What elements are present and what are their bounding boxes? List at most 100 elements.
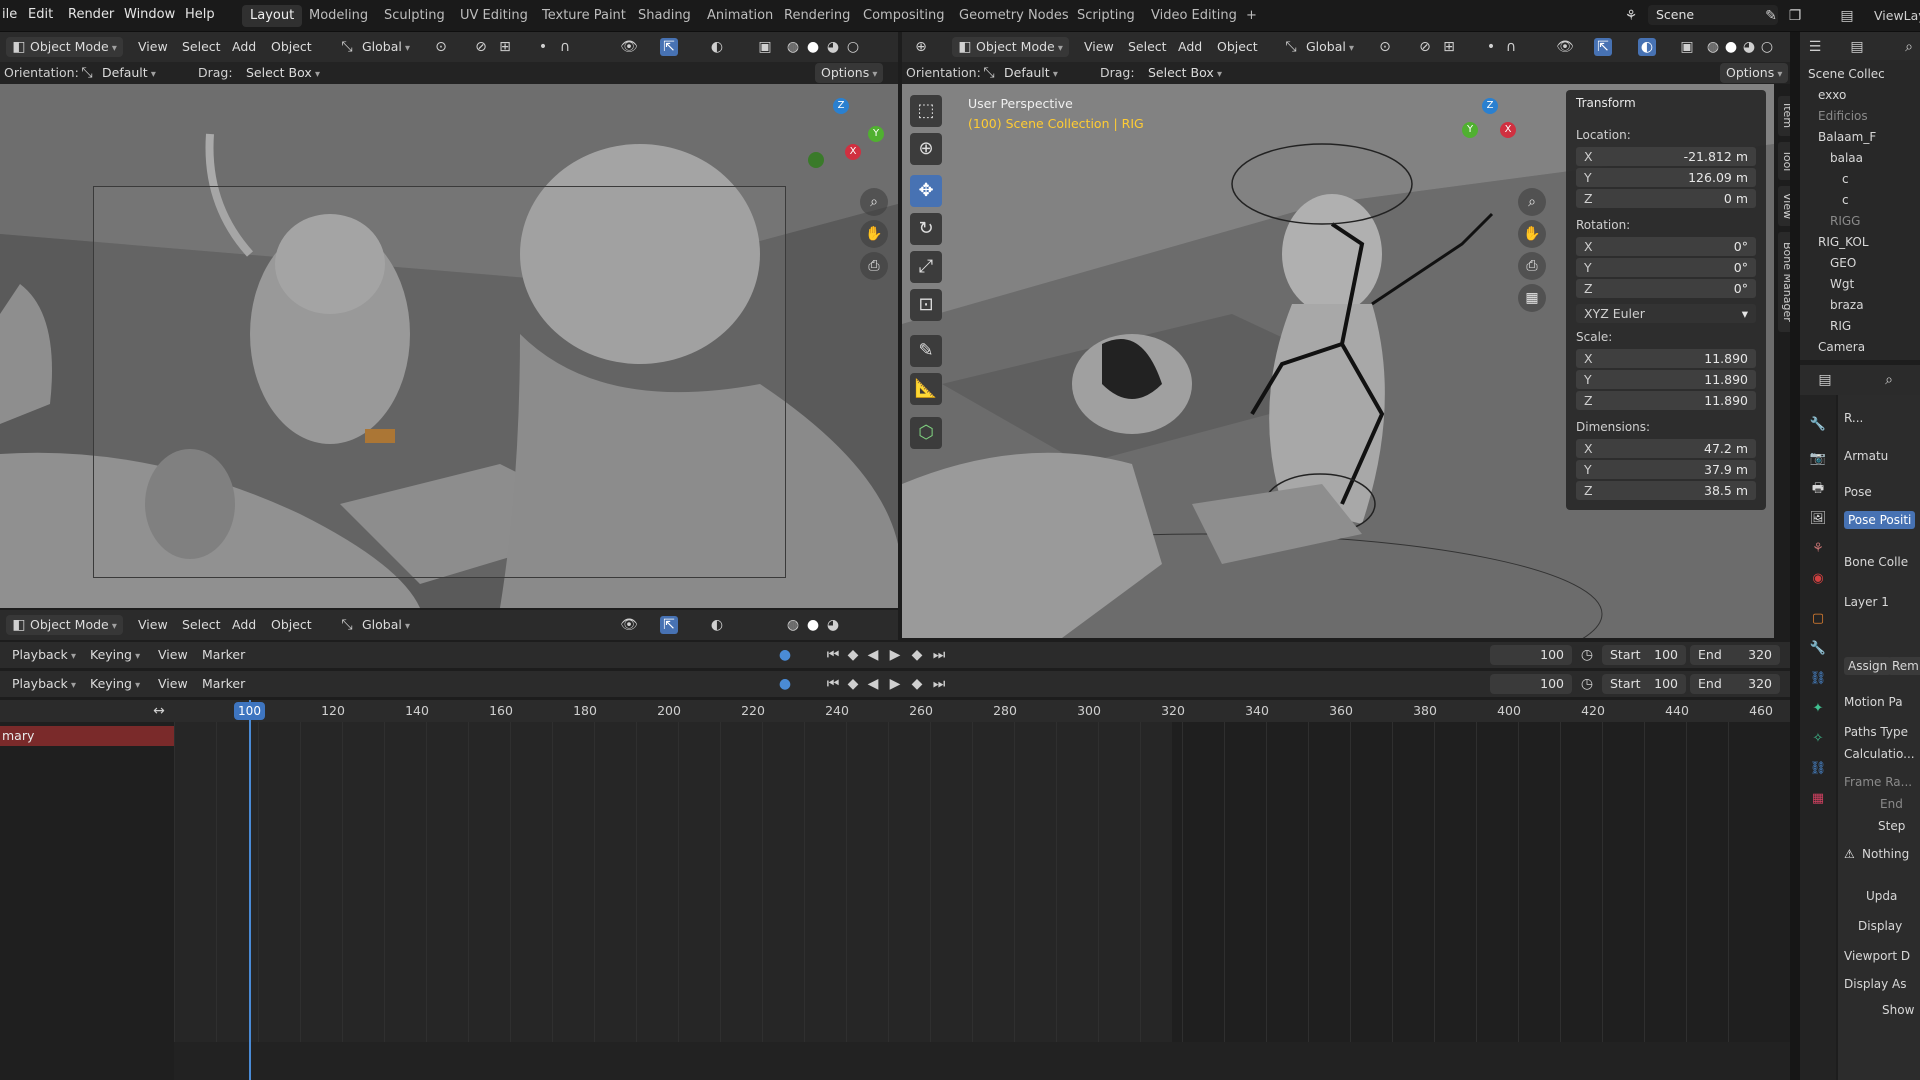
right-menu-view[interactable]: View [1078,37,1120,57]
playback-menu-2[interactable]: Playback [6,674,82,694]
playhead[interactable] [249,700,251,1080]
cursor-tool[interactable]: ⊕ [910,133,942,165]
new-scene-icon[interactable]: ❐ [1786,7,1804,25]
bone-constraint-tab-icon[interactable]: ⛓ [1808,759,1828,779]
pose-position-button[interactable]: Pose Positi [1844,511,1916,529]
proportional-edit-icon[interactable]: • [534,38,552,56]
armature-name[interactable]: Armatu [1844,449,1888,463]
outliner-item[interactable]: Balaam_F [1818,127,1876,147]
dimensions-z-field[interactable]: Z 38.5 m [1576,481,1756,500]
motion-paths-section[interactable]: Motion Pa [1844,695,1903,709]
scale-x-field[interactable]: X 11.890 [1576,349,1756,368]
right-menu-object[interactable]: Object [1211,37,1264,57]
outliner-item[interactable]: RIG [1830,316,1851,336]
scale-y-field[interactable]: Y 11.890 [1576,370,1756,389]
tab-modeling[interactable]: Modeling [301,5,376,27]
frame-ruler[interactable]: ↔ 120 140 160 180 200 220 240 260 280 300 320 340 36… [0,700,1790,722]
bottom-solid-icon[interactable]: ● [804,616,822,634]
right-navigation-gizmo[interactable]: Z Y X [1462,98,1532,168]
viewlayer-selector[interactable]: ViewLay [1874,8,1920,23]
location-x-field[interactable]: X -21.812 m [1576,147,1756,166]
move-tool[interactable]: ✥ [910,175,942,207]
pose-section[interactable]: Pose [1844,485,1872,499]
right-xray-icon[interactable]: ▣ [1678,38,1696,56]
right-axis-x-icon[interactable]: X [1500,122,1516,138]
measure-tool[interactable]: 📐 [910,373,942,405]
location-y-field[interactable]: Y 126.09 m [1576,168,1756,187]
tab-layout[interactable]: Layout [242,5,303,27]
right-options-button[interactable]: Options [1720,63,1789,83]
menu-file[interactable]: ile [2,7,17,22]
outliner-search-icon[interactable]: ⌕ [1900,38,1918,56]
menu-edit[interactable]: Edit [28,7,53,22]
snap-target-icon[interactable]: ⊞ [496,38,514,56]
annotate-tool[interactable]: ✎ [910,335,942,367]
outliner-filter-icon[interactable]: ▤ [1848,38,1866,56]
dimensions-y-field[interactable]: Y 37.9 m [1576,460,1756,479]
bottom-transform-orientation[interactable]: Global [356,615,416,635]
outliner-item[interactable]: c [1842,190,1849,210]
left-menu-object[interactable]: Object [265,37,318,57]
jump-start-icon-2[interactable]: ⏮ [824,675,842,693]
properties-editor-icon[interactable]: ▤ [1816,371,1834,389]
bottom-menu-view[interactable]: View [132,615,174,635]
scene-selector[interactable]: Scene [1648,5,1778,25]
play-icon[interactable]: ▶ [886,646,904,664]
world-tab-icon[interactable]: ◉ [1808,569,1828,589]
right-snap-target-icon[interactable]: ⊞ [1440,38,1458,56]
clock-icon[interactable]: ◷ [1578,646,1596,664]
pivot-icon[interactable]: ⊙ [432,38,450,56]
right-axis-y-icon[interactable]: Y [1462,122,1478,138]
playhead-frame-label[interactable]: 100 [234,702,265,720]
tab-geometry-nodes[interactable]: Geometry Nodes [951,5,1077,27]
assign-button[interactable]: Assign [1844,657,1892,675]
view-layer-tab-icon[interactable]: 🖼 [1808,509,1828,529]
prev-key-icon[interactable]: ◆ [844,646,862,664]
modifier-tab-icon[interactable]: 🔧 [1808,639,1828,659]
next-key-icon[interactable]: ◆ [908,646,926,664]
right-falloff-icon[interactable]: ∩ [1502,38,1520,56]
right-material-icon[interactable]: ◕ [1740,38,1758,56]
timeline-view-menu[interactable]: View [152,645,194,665]
bottom-visibility-icon[interactable]: 👁 [620,616,638,634]
bottom-wireframe-icon[interactable]: ◍ [784,616,802,634]
left-transform-orientation[interactable]: Global [356,37,416,57]
tab-texture-paint[interactable]: Texture Paint [534,5,634,27]
object-name[interactable]: R... [1844,411,1863,425]
rotation-x-field[interactable]: X 0° [1576,237,1756,256]
transform-tool[interactable]: ⊡ [910,289,942,321]
add-cube-tool[interactable]: ⬡ [910,417,942,449]
right-menu-add[interactable]: Add [1172,37,1208,57]
end-frame-field[interactable]: End 320 [1690,645,1780,665]
pan-hand-icon[interactable]: ✋ [860,220,888,248]
select-box-tool[interactable]: ⬚ [910,95,942,127]
left-orientation-select[interactable]: Default [96,63,182,83]
snap-icon[interactable]: ⊘ [472,38,490,56]
tab-rendering[interactable]: Rendering [776,5,858,27]
right-camera-view-icon[interactable]: ⎙ [1518,252,1546,280]
camera-view-icon[interactable]: ⎙ [860,252,888,280]
menu-window[interactable]: Window [124,7,175,22]
clock-icon-2[interactable]: ◷ [1578,675,1596,693]
update-paths-button[interactable]: Upda [1866,889,1897,903]
outliner-item[interactable]: c [1842,169,1849,189]
outliner-item[interactable]: RIGG [1830,211,1860,231]
scale-z-field[interactable]: Z 11.890 [1576,391,1756,410]
bottom-menu-add[interactable]: Add [226,615,262,635]
end-frame-field-2[interactable]: End 320 [1690,674,1780,694]
timeline-out-range[interactable] [1172,722,1790,1042]
right-transform-orientation[interactable]: Global [1300,37,1360,57]
falloff-icon[interactable]: ∩ [556,38,574,56]
jump-end-icon-2[interactable]: ⏭ [930,675,948,693]
left-menu-add[interactable]: Add [226,37,262,57]
scale-tool[interactable]: ⤢ [910,251,942,283]
auto-key-icon-2[interactable]: ● [776,675,794,693]
right-zoom-icon[interactable]: ⌕ [1518,188,1546,216]
pin-icon[interactable]: ✎ [1762,7,1780,25]
scene-tab-icon[interactable]: ⚘ [1808,539,1828,559]
rotation-y-field[interactable]: Y 0° [1576,258,1756,277]
material-shading-icon[interactable]: ◕ [824,38,842,56]
tab-scripting[interactable]: Scripting [1069,5,1143,27]
left-3d-viewport[interactable]: Z Y X ⌕ ✋ ⎙ [0,84,898,608]
properties-search-icon[interactable]: ⌕ [1880,371,1898,389]
